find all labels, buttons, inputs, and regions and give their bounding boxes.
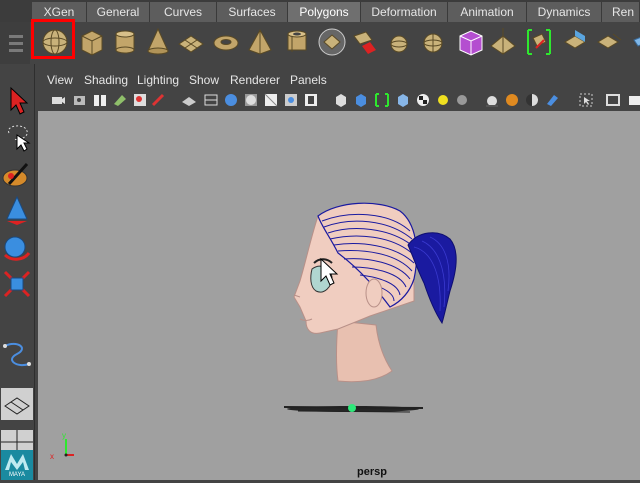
combine-icon[interactable]: [384, 26, 414, 58]
rotate-tool-icon[interactable]: [1, 231, 33, 263]
tab-polygons[interactable]: Polygons: [288, 2, 361, 22]
anti-aliasing-icon[interactable]: [524, 92, 540, 108]
shadows-icon[interactable]: [454, 92, 470, 108]
menu-panels[interactable]: Panels: [290, 73, 327, 87]
textured-icon[interactable]: [303, 92, 319, 108]
wireframe-icon[interactable]: [203, 92, 219, 108]
poly-pyramid-icon[interactable]: [245, 26, 275, 58]
maya-logo: MAYA: [1, 450, 33, 480]
pivot-marker: [348, 404, 356, 412]
light-icon[interactable]: [435, 92, 451, 108]
tab-rendering[interactable]: Ren: [602, 2, 640, 22]
tab-surfaces[interactable]: Surfaces: [217, 2, 288, 22]
perspective-viewport[interactable]: y x: [38, 111, 640, 480]
panel-menu-bar: View Shading Lighting Show Renderer Pane…: [38, 70, 640, 90]
grip-line: [9, 42, 23, 45]
single-perspective-view-icon[interactable]: [1, 388, 33, 420]
maya-logo-text: MAYA: [8, 472, 26, 478]
ambient-occlusion-icon[interactable]: [395, 92, 411, 108]
create-polygon-icon[interactable]: [317, 26, 347, 58]
film-gate-icon[interactable]: [605, 92, 621, 108]
tab-curves[interactable]: Curves: [150, 2, 217, 22]
poly-pipe-icon[interactable]: [282, 26, 312, 58]
menu-show[interactable]: Show: [189, 73, 219, 87]
show-manipulator-tool-icon[interactable]: [1, 338, 33, 370]
mirror-icon[interactable]: [488, 26, 518, 58]
move-tool-icon[interactable]: [1, 195, 33, 227]
checker-icon[interactable]: [415, 92, 431, 108]
menu-view[interactable]: View: [47, 73, 73, 87]
select-camera-icon[interactable]: [50, 92, 66, 108]
paint-select-tool-icon[interactable]: [1, 158, 33, 190]
cube-view-icon[interactable]: [333, 92, 349, 108]
grip-line: [9, 49, 23, 52]
tab-deformation[interactable]: Deformation: [361, 2, 448, 22]
shelf-tab-bar: XGen General Curves Surfaces Polygons De…: [0, 0, 640, 22]
panel-toolbar: [38, 90, 640, 110]
image-plane-icon[interactable]: [112, 92, 128, 108]
smooth-icon[interactable]: [626, 26, 640, 58]
shelf-options-handle[interactable]: [0, 22, 30, 64]
resolution-gate-icon[interactable]: [626, 92, 640, 108]
poly-torus-icon[interactable]: [211, 26, 241, 58]
depth-of-field-icon[interactable]: [544, 92, 560, 108]
default-material-icon[interactable]: [353, 92, 369, 108]
select-mode-icon[interactable]: [578, 92, 594, 108]
tab-general[interactable]: General: [87, 2, 150, 22]
separate-icon[interactable]: [418, 26, 448, 58]
scale-tool-icon[interactable]: [1, 268, 33, 300]
select-tool-icon[interactable]: [1, 84, 33, 116]
polygons-shelf: [30, 22, 640, 64]
wireframe-on-shaded-icon[interactable]: [263, 92, 279, 108]
poly-cube-icon[interactable]: [76, 26, 106, 58]
split-icon[interactable]: [524, 26, 554, 58]
grip-line: [9, 35, 23, 38]
isolate-select-icon[interactable]: [374, 92, 390, 108]
poly-plane-icon[interactable]: [176, 26, 206, 58]
screen-space-ao-icon[interactable]: [504, 92, 520, 108]
menu-renderer[interactable]: Renderer: [230, 73, 280, 87]
bridge-icon[interactable]: [595, 26, 625, 58]
extrude-icon[interactable]: [561, 26, 591, 58]
poly-cylinder-icon[interactable]: [110, 26, 140, 58]
poly-cone-icon[interactable]: [143, 26, 173, 58]
camera-attributes-icon[interactable]: [72, 92, 88, 108]
menu-shading[interactable]: Shading: [84, 73, 128, 87]
bookmark-icon[interactable]: [92, 92, 108, 108]
svg-text:y: y: [62, 431, 66, 440]
append-polygon-icon[interactable]: [350, 26, 380, 58]
grid-icon[interactable]: [181, 92, 197, 108]
highlight-box: [31, 19, 75, 59]
2d-pan-zoom-icon[interactable]: [132, 92, 148, 108]
xray-icon[interactable]: [283, 92, 299, 108]
character-head-model[interactable]: [293, 202, 457, 383]
viewport-scene: y x: [50, 202, 457, 461]
boolean-icon[interactable]: [455, 26, 485, 58]
lasso-tool-icon[interactable]: [1, 121, 33, 153]
ground-plane-object[interactable]: [283, 404, 424, 413]
smooth-shade-icon[interactable]: [223, 92, 239, 108]
tab-animation[interactable]: Animation: [448, 2, 527, 22]
camera-label: persp: [357, 466, 387, 478]
toolbox: MAYA: [0, 64, 35, 480]
motion-blur-icon[interactable]: [484, 92, 500, 108]
view-axis-indicator: y x: [50, 431, 74, 461]
svg-text:x: x: [50, 452, 54, 461]
grease-pencil-icon[interactable]: [150, 92, 166, 108]
flat-shade-icon[interactable]: [243, 92, 259, 108]
menu-lighting[interactable]: Lighting: [137, 73, 179, 87]
tab-dynamics[interactable]: Dynamics: [527, 2, 602, 22]
maya-logo-mark: [5, 454, 29, 470]
